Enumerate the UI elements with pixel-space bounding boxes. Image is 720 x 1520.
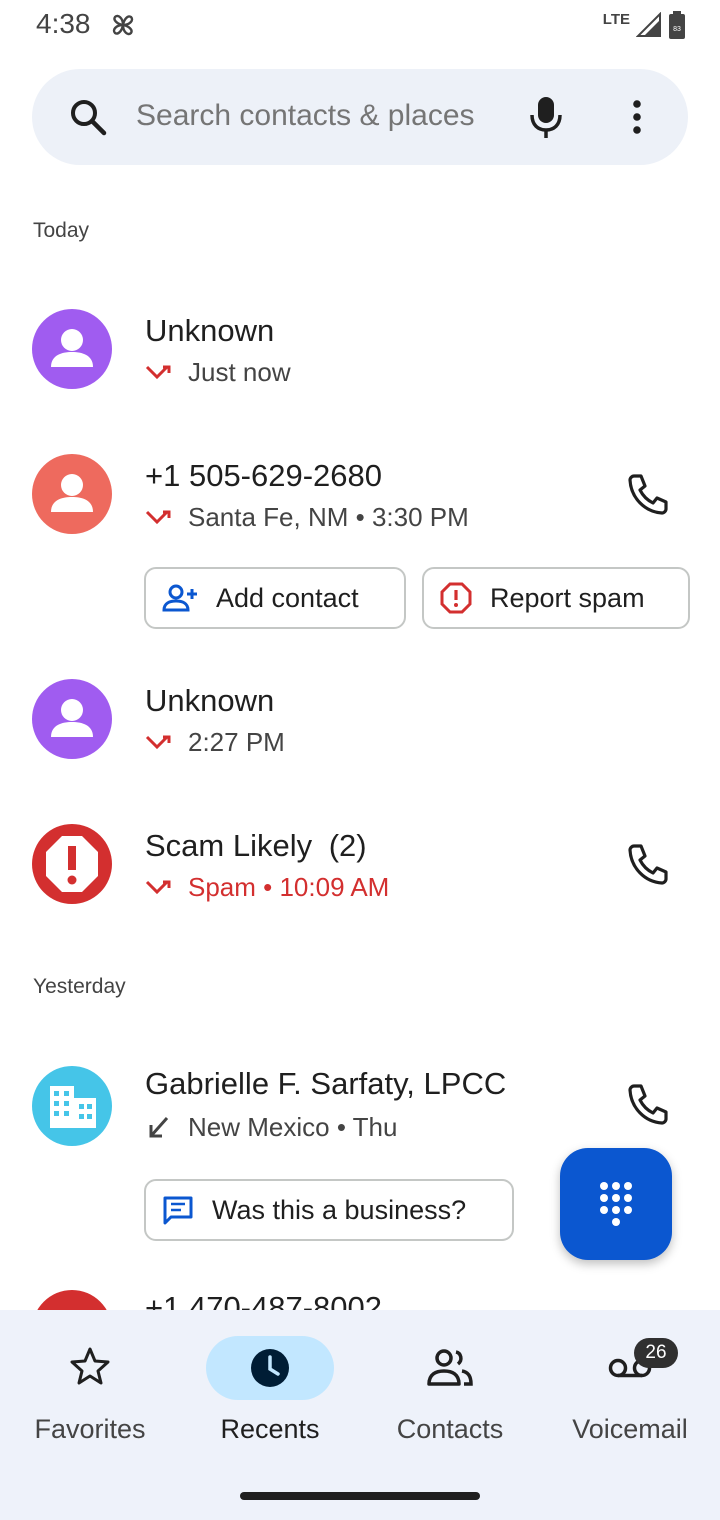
avatar: [32, 679, 112, 759]
was-business-label: Was this a business?: [212, 1194, 467, 1225]
person-icon: [51, 474, 93, 512]
nav-contacts[interactable]: Contacts: [360, 1310, 540, 1470]
business-icon: [50, 1086, 96, 1128]
call-detail: New Mexico • Thu: [145, 1112, 397, 1143]
call-row[interactable]: Unknown 2:27 PM: [0, 679, 720, 779]
status-time: 4:38: [36, 8, 91, 39]
microphone-icon[interactable]: [526, 95, 566, 139]
call-row[interactable]: +1 470-487-8002: [0, 1290, 720, 1310]
nav-favorites[interactable]: Favorites: [0, 1310, 180, 1470]
nav-favorites-label: Favorites: [34, 1414, 146, 1444]
spam-warning-icon: [46, 836, 98, 892]
avatar: [32, 824, 112, 904]
clock-icon: [251, 1349, 289, 1387]
person-icon: [51, 329, 93, 367]
call-detail-text: New Mexico • Thu: [188, 1112, 398, 1142]
caller-name: Unknown: [145, 313, 275, 348]
feedback-icon: [163, 1196, 193, 1225]
dialpad-icon: [600, 1182, 632, 1226]
avatar: [32, 309, 112, 389]
pinwheel-icon: [112, 14, 134, 36]
contacts-icon: [427, 1349, 473, 1386]
alert-octagon-icon: [440, 582, 472, 614]
caller-name-text: Scam Likely: [145, 828, 313, 863]
svg-text:83: 83: [673, 26, 681, 33]
missed-call-icon: [145, 880, 171, 894]
call-detail: Santa Fe, NM • 3:30 PM: [145, 502, 469, 533]
report-spam-label: Report spam: [490, 582, 645, 613]
section-yesterday: Yesterday: [33, 975, 126, 998]
phone-icon[interactable]: [620, 1076, 676, 1132]
call-detail-text: Just now: [188, 357, 291, 387]
call-row[interactable]: +1 505-629-2680 Santa Fe, NM • 3:30 PM A…: [0, 454, 720, 634]
nav-recents-label: Recents: [220, 1414, 320, 1444]
missed-call-icon: [145, 735, 171, 749]
call-detail: Just now: [145, 357, 291, 388]
phone-icon[interactable]: [620, 466, 676, 522]
status-icons: LTE 83: [603, 10, 686, 40]
incoming-call-icon: [149, 1116, 169, 1137]
caller-name: +1 505-629-2680: [145, 458, 383, 493]
call-detail: Spam • 10:09 AM: [145, 872, 389, 903]
dialpad-button[interactable]: [560, 1148, 672, 1260]
call-row[interactable]: Unknown Just now: [0, 309, 720, 409]
was-business-button[interactable]: Was this a business?: [144, 1179, 514, 1241]
search-icon: [71, 100, 107, 136]
battery-icon: 83: [669, 11, 685, 39]
more-options-icon[interactable]: [622, 97, 652, 137]
person-icon: [51, 699, 93, 737]
home-indicator[interactable]: [240, 1492, 480, 1500]
add-contact-button[interactable]: Add contact: [144, 567, 406, 629]
section-today: Today: [33, 219, 90, 242]
phone-icon[interactable]: [620, 836, 676, 892]
add-contact-label: Add contact: [216, 582, 359, 613]
search-input[interactable]: [136, 99, 516, 133]
add-person-icon: [162, 584, 197, 612]
avatar: [32, 1066, 112, 1146]
caller-name: Gabrielle F. Sarfaty, LPCC: [145, 1066, 507, 1101]
avatar: [32, 454, 112, 534]
call-row[interactable]: Scam Likely (2) Spam • 10:09 AM: [0, 824, 720, 924]
call-detail-text: Santa Fe, NM • 3:30 PM: [188, 502, 469, 532]
signal-icon: [636, 12, 661, 37]
star-icon: [70, 1347, 110, 1385]
caller-name: Scam Likely (2): [145, 828, 367, 864]
missed-call-icon: [145, 510, 171, 524]
network-type: LTE: [602, 10, 630, 28]
voicemail-badge: 26: [634, 1338, 678, 1368]
avatar: [32, 1290, 112, 1310]
call-detail-text: Spam • 10:09 AM: [188, 872, 390, 902]
missed-call-icon: [145, 365, 171, 379]
caller-name: Unknown: [145, 683, 275, 718]
call-detail: 2:27 PM: [145, 727, 285, 758]
nav-voicemail-label: Voicemail: [572, 1414, 688, 1444]
nav-voicemail[interactable]: 26 Voicemail: [540, 1310, 720, 1470]
nav-contacts-label: Contacts: [396, 1414, 504, 1444]
search-bar[interactable]: [32, 69, 688, 165]
call-detail-text: 2:27 PM: [188, 727, 285, 757]
report-spam-button[interactable]: Report spam: [422, 567, 690, 629]
bottom-navigation: Favorites Recents Contacts 26 Voicemail: [0, 1310, 720, 1520]
call-count: (2): [328, 828, 367, 863]
caller-name: +1 470-487-8002: [145, 1290, 383, 1310]
nav-recents[interactable]: Recents: [180, 1310, 360, 1470]
